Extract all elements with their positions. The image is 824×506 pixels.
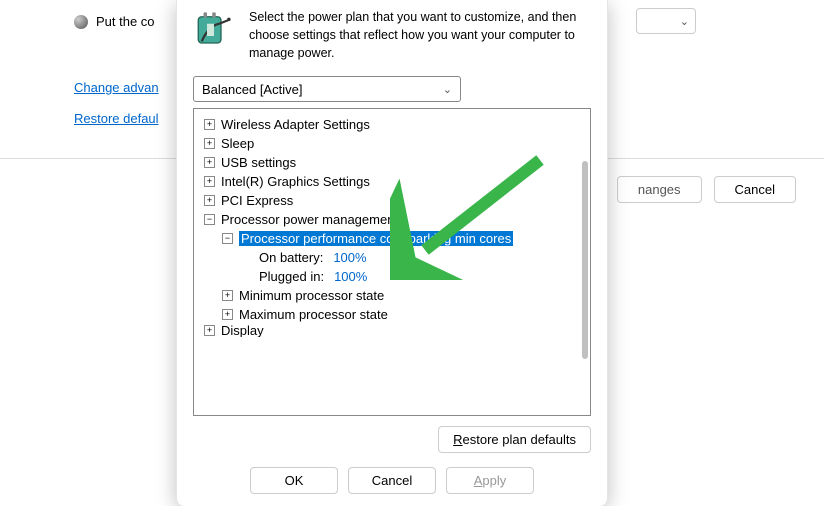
tree-item-core-parking[interactable]: Processor performance core parking min c…: [196, 229, 588, 248]
plugged-in-value[interactable]: 100%: [334, 269, 367, 284]
plus-icon[interactable]: [204, 325, 215, 336]
bg-changes-button-partial[interactable]: nanges: [617, 176, 702, 203]
tree-item-usb[interactable]: USB settings: [196, 153, 588, 172]
tree-item-min-state[interactable]: Minimum processor state: [196, 286, 588, 305]
tree-item-plugged-in[interactable]: Plugged in:100%: [196, 267, 588, 286]
minus-icon[interactable]: [204, 214, 215, 225]
cancel-button[interactable]: Cancel: [348, 467, 436, 494]
chevron-down-icon: ⌄: [443, 83, 452, 96]
on-battery-value[interactable]: 100%: [333, 250, 366, 265]
tree-item-wireless[interactable]: Wireless Adapter Settings: [196, 115, 588, 134]
scrollbar[interactable]: [582, 161, 588, 359]
tree-item-max-state[interactable]: Maximum processor state: [196, 305, 588, 324]
tree-item-processor-mgmt[interactable]: Processor power management: [196, 210, 588, 229]
tree-item-pci[interactable]: PCI Express: [196, 191, 588, 210]
plus-icon[interactable]: [204, 138, 215, 149]
plus-icon[interactable]: [204, 176, 215, 187]
tree-item-display[interactable]: Display: [196, 324, 588, 337]
power-plan-select[interactable]: Balanced [Active] ⌄: [193, 76, 461, 102]
bg-cancel-button[interactable]: Cancel: [714, 176, 796, 203]
ok-button[interactable]: OK: [250, 467, 338, 494]
plus-icon[interactable]: [204, 119, 215, 130]
tree-item-on-battery[interactable]: On battery:100%: [196, 248, 588, 267]
bg-dropdown[interactable]: ⌄: [636, 8, 696, 34]
dialog-description: Select the power plan that you want to c…: [249, 8, 591, 62]
plus-icon[interactable]: [204, 195, 215, 206]
selected-item-label: Processor performance core parking min c…: [239, 231, 513, 246]
plus-icon[interactable]: [204, 157, 215, 168]
chevron-down-icon: ⌄: [680, 15, 689, 28]
restore-plan-defaults-button[interactable]: RRestore plan defaultsestore plan defaul…: [438, 426, 591, 453]
battery-plan-icon: [193, 8, 235, 50]
plus-icon[interactable]: [222, 309, 233, 320]
apply-button: ApplyApply: [446, 467, 534, 494]
tree-item-intel-graphics[interactable]: Intel(R) Graphics Settings: [196, 172, 588, 191]
power-options-dialog: Select the power plan that you want to c…: [176, 0, 608, 506]
settings-tree[interactable]: Wireless Adapter Settings Sleep USB sett…: [193, 108, 591, 416]
minus-icon[interactable]: [222, 233, 233, 244]
plan-select-value: Balanced [Active]: [202, 82, 302, 97]
bg-heading-partial: Put the co: [96, 14, 155, 29]
bullet-icon: [74, 15, 88, 29]
plus-icon[interactable]: [222, 290, 233, 301]
tree-item-sleep[interactable]: Sleep: [196, 134, 588, 153]
